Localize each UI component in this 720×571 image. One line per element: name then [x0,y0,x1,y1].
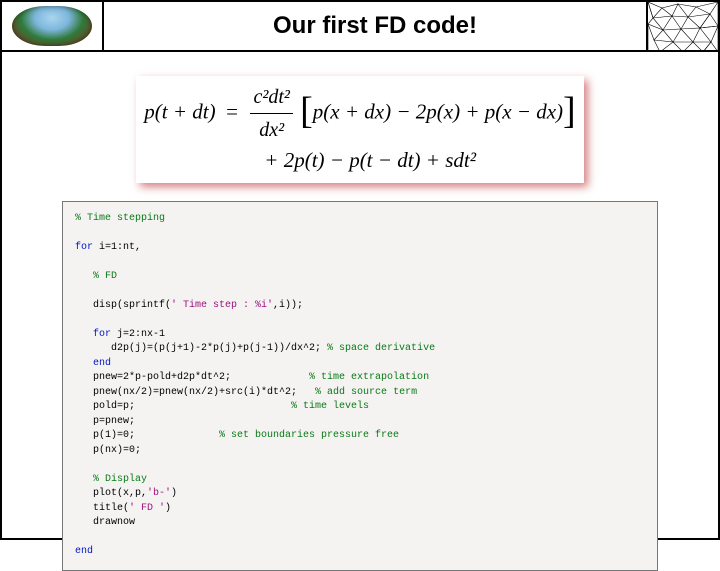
formula-line-2: + 2p(t) − p(t − dt) + sdt² [144,145,575,177]
slide-body: p(t + dt) = c²dt² dx² [p(x + dx) − 2p(x)… [0,52,720,540]
code-block: % Time stepping for i=1:nt, % FD disp(sp… [62,201,658,571]
formula-line-1: p(t + dt) = c²dt² dx² [p(x + dx) − 2p(x)… [144,82,575,145]
logo-box [2,2,104,50]
formula-block: p(t + dt) = c²dt² dx² [p(x + dx) − 2p(x)… [136,76,583,183]
slide-title: Our first FD code! [104,2,646,50]
triangulated-mesh-icon [648,2,718,50]
fraction: c²dt² dx² [250,82,292,145]
header-bar: Our first FD code! [0,0,720,52]
globe-seismic-icon [12,6,92,46]
mesh-thumbnail [646,2,718,50]
